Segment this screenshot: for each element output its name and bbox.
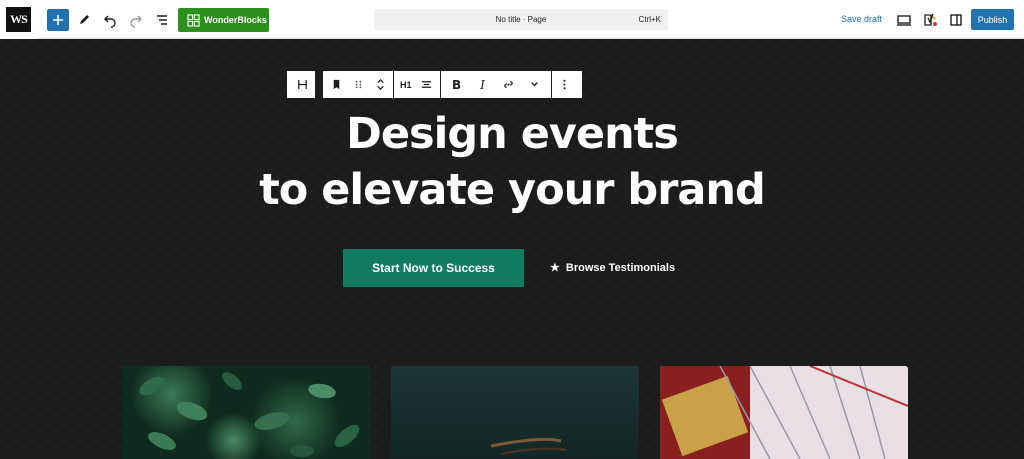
document-overview-button[interactable]: [151, 9, 173, 31]
chevron-down-icon[interactable]: [528, 78, 542, 92]
save-draft-button[interactable]: Save draft: [841, 14, 882, 24]
move-up-down-icon[interactable]: [373, 78, 387, 92]
site-logo: WS: [6, 7, 31, 32]
bookmark-icon[interactable]: [329, 78, 343, 92]
heading-group: H1: [394, 71, 441, 98]
leaves-image: [139, 372, 360, 457]
bold-icon[interactable]: B: [450, 78, 464, 92]
image-card-carousel[interactable]: [660, 366, 908, 459]
pencil-icon: [80, 15, 89, 24]
settings-sidebar-button[interactable]: [945, 9, 967, 31]
start-now-button[interactable]: Start Now to Success: [343, 249, 524, 287]
command-palette-bar[interactable]: No title · Page Ctrl+K: [374, 9, 668, 30]
image-card-leaves[interactable]: [122, 366, 370, 459]
heading-level-button[interactable]: H1: [400, 80, 412, 90]
add-block-button[interactable]: [47, 9, 69, 31]
redo-button[interactable]: [125, 9, 147, 31]
yoast-icon: [924, 13, 937, 26]
publish-button[interactable]: Publish: [971, 9, 1014, 30]
options-group: [552, 71, 578, 98]
document-title: No title · Page: [495, 15, 547, 24]
wonderblocks-button[interactable]: WonderBlocks: [178, 8, 269, 32]
format-group: B I: [441, 71, 552, 98]
sidebar-icon: [950, 14, 962, 26]
desktop-icon: [897, 15, 911, 26]
italic-icon[interactable]: I: [476, 78, 490, 92]
link-icon[interactable]: [502, 78, 516, 92]
hero-heading-line-2: to elevate your brand: [259, 165, 766, 215]
tools-button[interactable]: [73, 9, 95, 31]
undo-icon: [104, 15, 116, 28]
star-icon: ★: [550, 262, 560, 274]
parent-block-selector[interactable]: [286, 70, 316, 99]
command-shortcut: Ctrl+K: [638, 15, 661, 24]
hero-heading-line-1: Design events: [346, 109, 679, 159]
list-view-icon: [157, 15, 167, 25]
redo-icon: [130, 15, 142, 28]
hero-heading[interactable]: Design events to elevate your brand: [0, 106, 1024, 218]
align-center-icon[interactable]: [420, 78, 434, 92]
blocks-icon: [187, 13, 200, 27]
more-options-icon[interactable]: [558, 78, 572, 92]
yoast-seo-button[interactable]: [919, 9, 941, 31]
preview-button[interactable]: [893, 9, 915, 31]
editor-top-toolbar: WS WonderBlocks No title · Page Ctrl+K S…: [0, 0, 1024, 39]
browse-testimonials-link[interactable]: ★ Browse Testimonials: [550, 261, 676, 275]
block-move-group: [323, 71, 394, 98]
carousel-ride-image: [660, 366, 908, 459]
dark-object-image: [490, 437, 567, 455]
image-card-dark[interactable]: [391, 366, 639, 459]
parent-block-group: [287, 71, 317, 98]
drag-handle-icon[interactable]: [351, 78, 365, 92]
block-toolbar: H1 B I: [322, 70, 583, 99]
plus-icon: [53, 15, 63, 25]
undo-button[interactable]: [99, 9, 121, 31]
wonderblocks-label: WonderBlocks: [204, 15, 267, 25]
browse-testimonials-label: Browse Testimonials: [565, 261, 676, 274]
group-block-icon: [295, 78, 309, 92]
site-logo-button[interactable]: WS: [0, 0, 37, 39]
